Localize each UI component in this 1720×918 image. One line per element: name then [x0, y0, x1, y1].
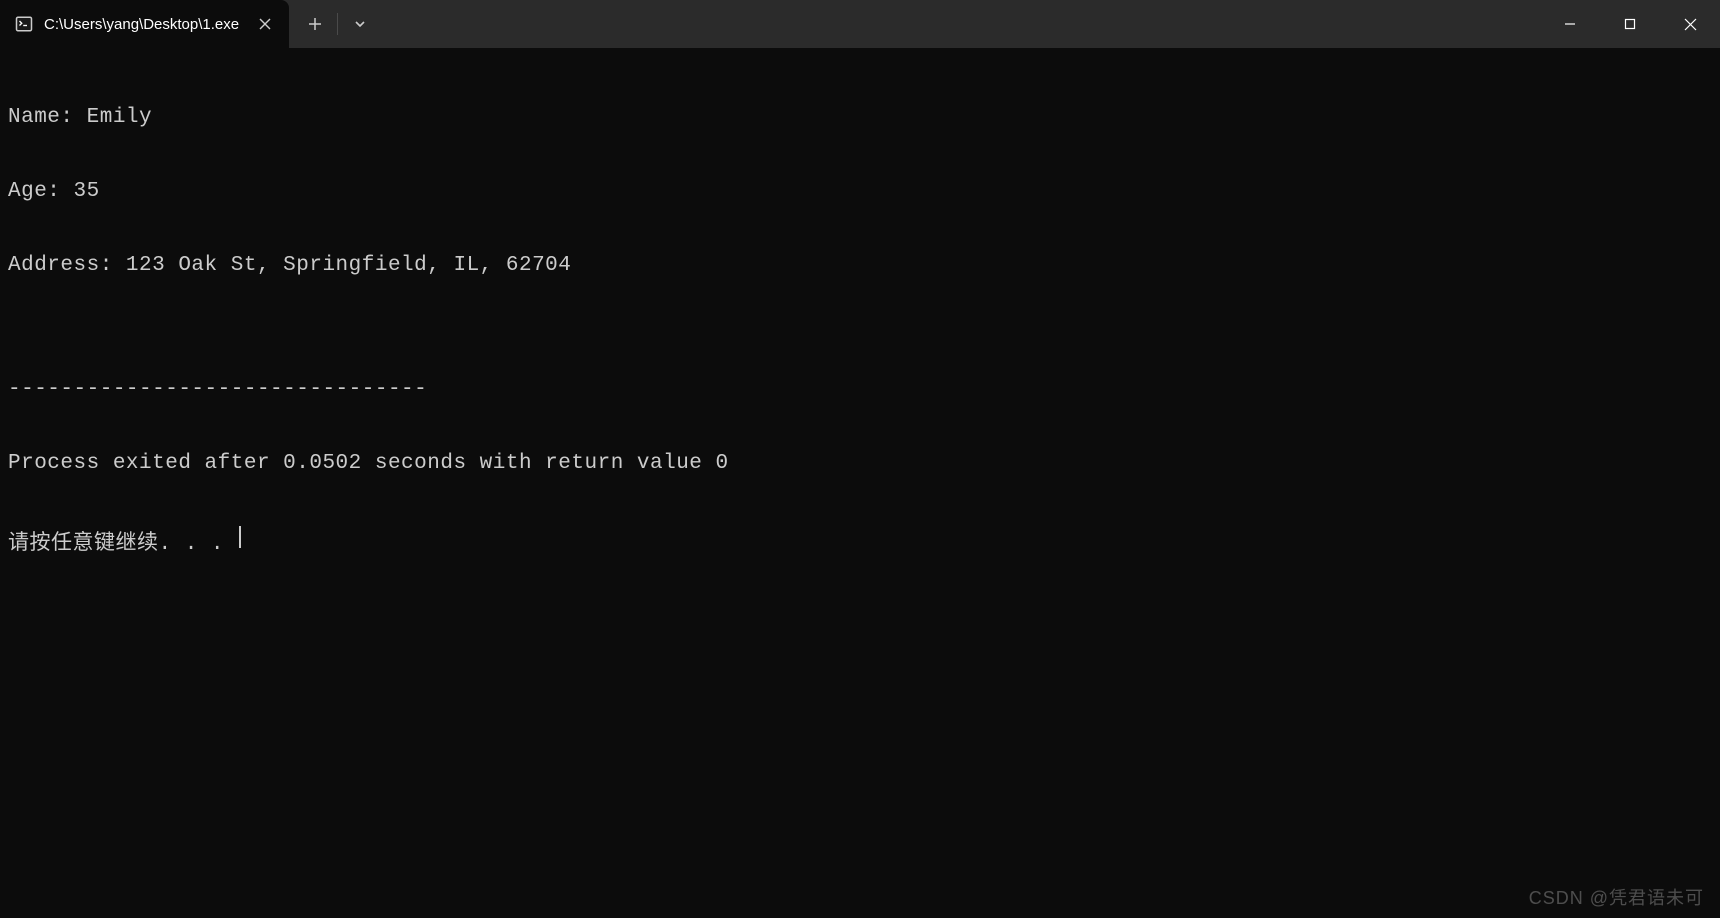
- window-controls: [1540, 0, 1720, 48]
- tab-title: C:\Users\yang\Desktop\1.exe: [44, 16, 239, 33]
- titlebar: C:\Users\yang\Desktop\1.exe: [0, 0, 1720, 48]
- minimize-button[interactable]: [1540, 0, 1600, 48]
- terminal-icon: [14, 14, 34, 34]
- watermark: CSDN @凭君语未可: [1529, 884, 1704, 910]
- tab-dropdown-button[interactable]: [340, 0, 380, 48]
- output-line: --------------------------------: [8, 378, 1712, 403]
- tab-close-button[interactable]: [253, 12, 277, 36]
- cursor: [239, 526, 241, 548]
- tab-actions: [289, 0, 380, 48]
- prompt-line: 请按任意键继续. . .: [8, 527, 1712, 558]
- close-button[interactable]: [1660, 0, 1720, 48]
- tab-active[interactable]: C:\Users\yang\Desktop\1.exe: [0, 0, 289, 48]
- titlebar-drag-area[interactable]: [380, 0, 1540, 48]
- output-line: Address: 123 Oak St, Springfield, IL, 62…: [8, 254, 1712, 279]
- terminal-output[interactable]: Name: Emily Age: 35 Address: 123 Oak St,…: [0, 48, 1720, 590]
- maximize-button[interactable]: [1600, 0, 1660, 48]
- divider: [337, 13, 338, 35]
- output-line: Name: Emily: [8, 106, 1712, 131]
- output-line: Process exited after 0.0502 seconds with…: [8, 452, 1712, 477]
- output-line: Age: 35: [8, 180, 1712, 205]
- new-tab-button[interactable]: [295, 0, 335, 48]
- prompt-text: 请按任意键继续. . .: [8, 533, 237, 558]
